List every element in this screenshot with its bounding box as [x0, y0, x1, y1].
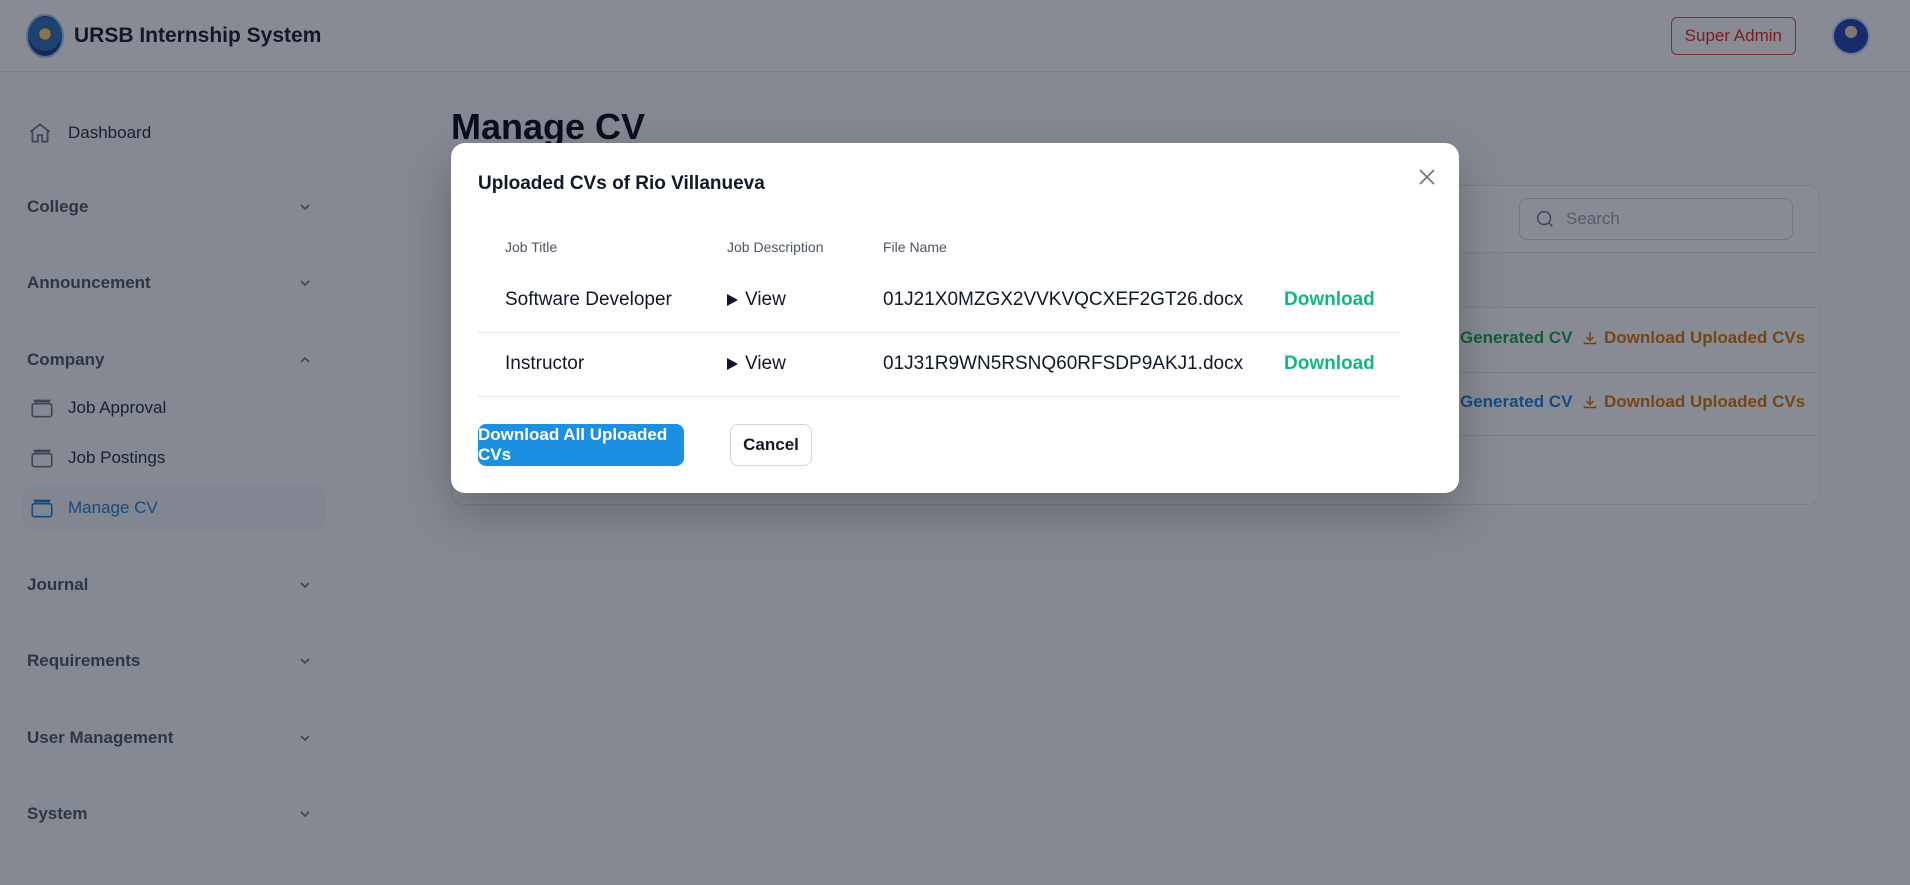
- view-label: View: [745, 289, 786, 310]
- column-header-file-name: File Name: [883, 239, 947, 255]
- uploaded-cvs-modal: Uploaded CVs of Rio Villanueva Job Title…: [451, 143, 1459, 493]
- job-title-cell: Software Developer: [505, 289, 672, 310]
- download-link[interactable]: Download: [1284, 289, 1375, 311]
- view-description-toggle[interactable]: View: [727, 353, 786, 375]
- divider: [478, 332, 1401, 333]
- file-name-cell: 01J21X0MZGX2VVKVQCXEF2GT26.docx: [883, 289, 1244, 310]
- close-button[interactable]: [1415, 165, 1439, 189]
- close-icon: [1419, 169, 1435, 185]
- play-icon: [727, 358, 738, 370]
- column-header-job-title: Job Title: [505, 239, 558, 255]
- view-description-toggle[interactable]: View: [727, 289, 786, 311]
- file-name-cell: 01J31R9WN5RSNQ60RFSDP9AKJ1.docx: [883, 353, 1244, 374]
- column-header-job-description: Job Description: [727, 239, 824, 255]
- view-label: View: [745, 353, 786, 374]
- job-title-cell: Instructor: [505, 353, 585, 374]
- cancel-button[interactable]: Cancel: [730, 424, 812, 466]
- play-icon: [727, 294, 738, 306]
- download-link[interactable]: Download: [1284, 353, 1375, 375]
- download-all-button[interactable]: Download All Uploaded CVs: [478, 424, 684, 466]
- divider: [478, 396, 1401, 397]
- app-root: URSB Internship System Super Admin Dashb…: [0, 0, 1910, 885]
- modal-title: Uploaded CVs of Rio Villanueva: [478, 173, 765, 194]
